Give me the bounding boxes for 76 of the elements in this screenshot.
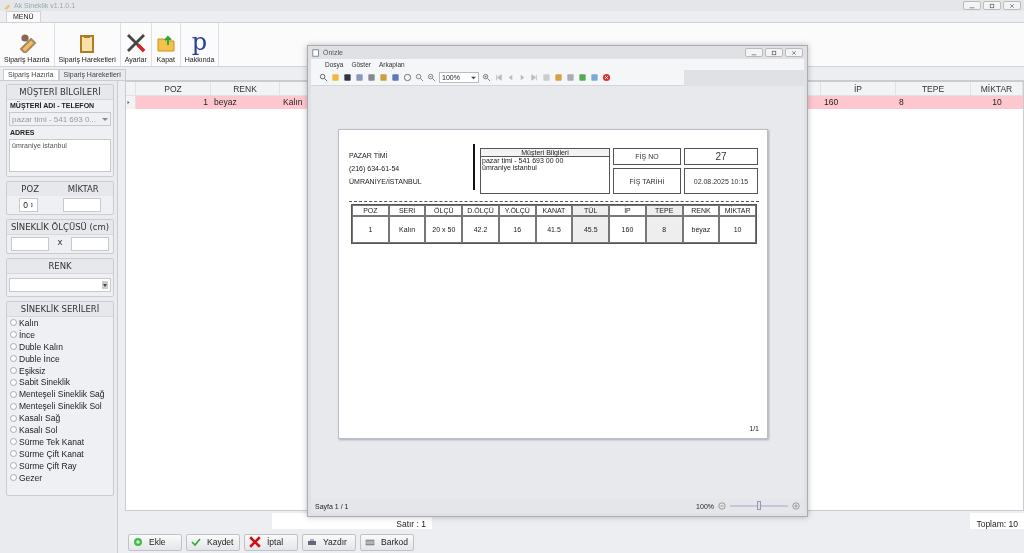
zoom-icon[interactable] xyxy=(415,73,424,82)
zoom-out-icon[interactable] xyxy=(718,502,726,510)
height-field[interactable] xyxy=(70,237,109,251)
first-page-icon[interactable] xyxy=(494,73,503,82)
close-button[interactable] xyxy=(1003,1,1021,10)
minimize-button[interactable] xyxy=(745,48,763,57)
row-header[interactable] xyxy=(126,96,136,109)
series-radio[interactable]: Eşiksiz xyxy=(7,364,113,377)
zoom-thumb[interactable] xyxy=(757,501,761,510)
action-button[interactable]: Ekle xyxy=(128,533,182,551)
action-button[interactable]: İptal xyxy=(244,533,298,551)
row-pointer-icon xyxy=(126,100,131,105)
caret-icon xyxy=(102,281,108,289)
preview-icon xyxy=(312,48,320,57)
series-radio[interactable]: Sürme Çift Kanat xyxy=(7,447,113,460)
series-radio[interactable]: Gezer xyxy=(7,471,113,484)
restore-icon xyxy=(771,49,777,56)
app-icon xyxy=(3,1,11,10)
close-preview-icon[interactable] xyxy=(602,73,611,82)
field-label: MİKTAR xyxy=(67,184,99,194)
column-header[interactable]: POZ xyxy=(136,82,211,96)
series-radio[interactable]: Sabit Sineklik xyxy=(7,376,113,389)
header-corner xyxy=(126,82,136,96)
color-combo[interactable] xyxy=(9,278,111,292)
column-header[interactable]: RENK xyxy=(211,82,280,96)
search-icon[interactable] xyxy=(319,73,328,82)
close-icon xyxy=(791,49,797,56)
series-radio[interactable]: Sürme Çift Ray xyxy=(7,459,113,472)
table-cell: 1 xyxy=(136,96,211,109)
action-button[interactable]: Yazdır xyxy=(302,533,356,551)
restore-button[interactable] xyxy=(765,48,783,57)
caret-icon xyxy=(102,116,108,122)
panel-title: RENK xyxy=(7,259,113,274)
panel-title: MÜŞTERİ BİLGİLERİ xyxy=(7,85,113,100)
series-radio[interactable]: Kasalı Sağ xyxy=(7,412,113,424)
series-radio[interactable]: Sürme Tek Kanat xyxy=(7,435,113,448)
check-icon xyxy=(191,537,201,547)
poz-spinner[interactable]: 0 xyxy=(19,198,39,212)
panel-title: SİNEKLİK SERİLERİ xyxy=(7,302,113,317)
plus-icon xyxy=(133,537,143,547)
zoom-out-icon[interactable] xyxy=(427,73,436,82)
series-radio[interactable]: Menteşeli Sineklik Sağ xyxy=(7,388,113,401)
about-icon: p xyxy=(191,31,208,53)
table-cell: 160 xyxy=(821,96,896,109)
column-header[interactable]: TEPE xyxy=(896,82,971,96)
field-label: POZ xyxy=(21,184,39,194)
width-field[interactable] xyxy=(11,237,50,251)
action-button[interactable]: Barkod xyxy=(360,533,414,551)
close-icon xyxy=(1009,2,1015,9)
series-radio[interactable]: Kalın xyxy=(7,317,113,329)
column-header[interactable]: İP xyxy=(821,82,896,96)
zoom-in-icon[interactable] xyxy=(792,502,800,510)
restore-button[interactable] xyxy=(983,1,1001,10)
panel-title: SİNEKLİK ÖLÇÜSÜ (cm) xyxy=(7,220,113,235)
quantity-field[interactable] xyxy=(62,198,101,212)
series-radio[interactable]: Kasalı Sol xyxy=(7,424,113,436)
restore-icon xyxy=(989,2,995,9)
series-radio[interactable]: Duble Kalın xyxy=(7,340,113,353)
action-button[interactable]: Kaydet xyxy=(186,533,240,551)
table-cell: 8 xyxy=(896,96,971,109)
times-sign: x xyxy=(57,237,63,249)
table-cell: 10 xyxy=(971,96,1023,109)
series-radio[interactable]: Menteşeli Sineklik Sol xyxy=(7,400,113,413)
minimize-button[interactable] xyxy=(963,1,981,10)
close-icon xyxy=(249,536,261,548)
close-button[interactable] xyxy=(785,48,803,57)
zoom-in-icon[interactable] xyxy=(482,73,491,82)
tools-icon xyxy=(124,33,147,53)
series-radio[interactable]: İnce xyxy=(7,328,113,341)
total-count: Toplam: 10 xyxy=(970,513,1024,529)
last-page-icon[interactable] xyxy=(530,73,539,82)
stamp-icon xyxy=(365,537,375,547)
slip-no: 27 xyxy=(684,148,758,165)
column-header[interactable]: MİKTAR xyxy=(971,82,1023,96)
series-radio[interactable]: Duble İnce xyxy=(7,352,113,365)
table-cell: beyaz xyxy=(211,96,280,109)
